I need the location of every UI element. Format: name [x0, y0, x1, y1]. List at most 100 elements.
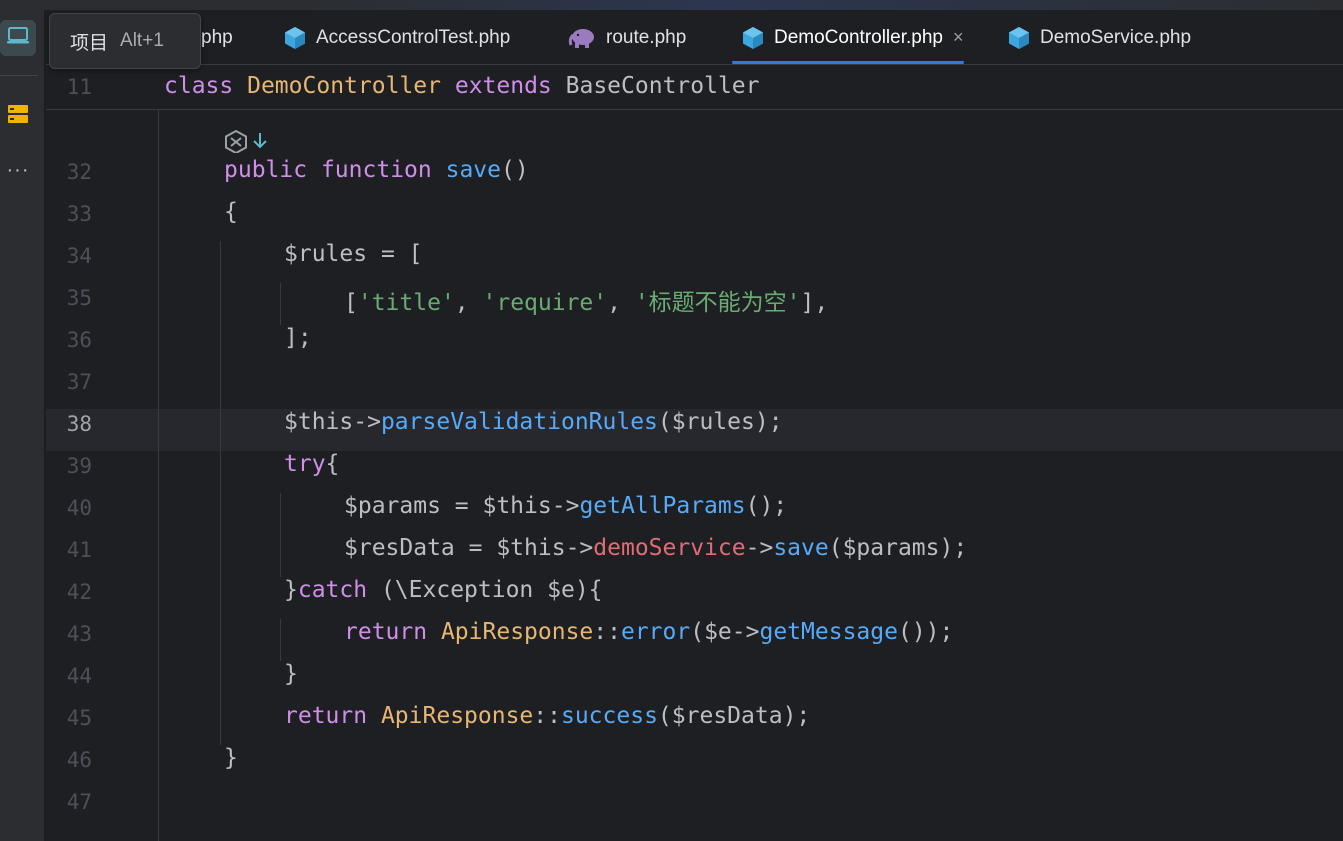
- code-line: $resData = $this->demoService->save($par…: [344, 535, 967, 561]
- code-line: public function save(): [224, 157, 529, 183]
- punctuation: (: [657, 409, 672, 435]
- tooltip-shortcut: Alt+1: [120, 30, 164, 51]
- code-line: return ApiResponse::success($resData);: [284, 703, 810, 729]
- title-strip-accent: [300, 0, 1343, 10]
- punctuation: ];: [284, 325, 312, 351]
- line-number: 39: [66, 454, 92, 478]
- keyword: public: [224, 157, 308, 183]
- punctuation: (: [657, 703, 672, 729]
- punctuation: (: [828, 535, 843, 561]
- tab-demo-controller[interactable]: DemoController.php ×: [732, 10, 964, 65]
- variable: $params: [344, 493, 441, 519]
- code-line: $this->parseValidationRules($rules);: [284, 409, 783, 435]
- indent-guide: [280, 619, 281, 661]
- line-number: 47: [66, 790, 92, 814]
- punctuation: ($e->: [690, 619, 760, 645]
- function-name: error: [620, 619, 691, 645]
- tab-label: php: [201, 26, 233, 48]
- code-line: ];: [284, 325, 312, 351]
- keyword: catch: [297, 577, 368, 603]
- punctuation: {: [224, 199, 238, 225]
- indent-guide: [280, 283, 281, 325]
- punctuation: [307, 157, 321, 183]
- more-tools-button[interactable]: ···: [0, 152, 36, 188]
- punctuation: );: [782, 703, 811, 729]
- active-tab-underline: [732, 61, 964, 64]
- function-name: getAllParams: [579, 493, 746, 519]
- activity-divider: [0, 75, 38, 76]
- line-number: 46: [66, 748, 92, 772]
- code-line: }: [224, 745, 238, 771]
- keyword: class: [164, 73, 234, 99]
- tab-route[interactable]: route.php: [568, 10, 686, 65]
- php-class-icon: [1008, 26, 1030, 50]
- code-line: ['title', 'require', '标题不能为空'],: [344, 283, 828, 317]
- line-number: 34: [66, 244, 92, 268]
- project-tool-button[interactable]: [0, 20, 36, 56]
- punctuation: ->: [745, 535, 774, 561]
- php-class-icon: [284, 26, 306, 50]
- code-editor[interactable]: 11 class DemoController extends BaseCont…: [46, 65, 1343, 841]
- tab-label: AccessControlTest.php: [316, 26, 511, 48]
- punctuation: [367, 703, 381, 729]
- line-number: 44: [66, 664, 92, 688]
- variable: $rules: [671, 409, 755, 435]
- punctuation: }: [284, 661, 298, 687]
- title-strip: [0, 0, 1343, 10]
- keyword: function: [320, 157, 432, 183]
- sticky-class-header[interactable]: 11 class DemoController extends BaseCont…: [46, 65, 1343, 110]
- method-gutter-hints[interactable]: [224, 129, 268, 158]
- keyword: return: [284, 703, 368, 729]
- override-method-icon[interactable]: [224, 129, 250, 158]
- gutter-separator: [158, 109, 159, 841]
- editor-tab-bar: php AccessControlTest.php route.php Demo…: [46, 10, 1343, 65]
- class-name: DemoController: [247, 73, 441, 99]
- arrow-down-icon[interactable]: [252, 131, 268, 156]
- code-line: $rules = [: [284, 241, 422, 267]
- variable: $this: [496, 535, 566, 561]
- line-number: 32: [66, 160, 92, 184]
- function-name: save: [773, 535, 829, 561]
- php-class-icon: [742, 26, 764, 50]
- punctuation: ->: [551, 493, 580, 519]
- more-icon: ···: [6, 158, 30, 181]
- activity-bar: ···: [0, 10, 45, 841]
- line-number: 33: [66, 202, 92, 226]
- punctuation: }: [224, 745, 238, 771]
- function-name: parseValidationRules: [380, 409, 658, 435]
- tab-demo-service[interactable]: DemoService.php: [1008, 10, 1191, 65]
- punctuation: ],: [800, 290, 829, 316]
- punctuation: );: [939, 535, 968, 561]
- punctuation: [432, 157, 446, 183]
- indent-guide: [280, 493, 281, 577]
- structure-tool-button[interactable]: [0, 98, 36, 134]
- keyword: try: [284, 451, 326, 477]
- punctuation: }: [284, 577, 298, 603]
- class-name: ApiResponse: [440, 619, 594, 645]
- line-number: 11: [66, 75, 92, 99]
- tab-php[interactable]: php: [201, 10, 233, 65]
- tab-access-control-test[interactable]: AccessControlTest.php: [284, 10, 510, 65]
- code-line: return ApiResponse::error($e->getMessage…: [344, 619, 953, 645]
- tab-label: route.php: [606, 26, 687, 48]
- close-icon[interactable]: ×: [953, 27, 964, 48]
- punctuation: (): [500, 157, 529, 183]
- tab-label: DemoController.php: [774, 26, 943, 48]
- code-line: $params = $this->getAllParams();: [344, 493, 787, 519]
- code-line: {: [224, 199, 238, 225]
- parent-class-name: BaseController: [565, 73, 760, 99]
- punctuation: ());: [897, 619, 954, 645]
- punctuation: ,: [607, 290, 635, 316]
- punctuation: {: [325, 451, 340, 477]
- string-literal: '标题不能为空': [634, 290, 801, 316]
- line-number: 35: [66, 286, 92, 310]
- keyword: return: [344, 619, 428, 645]
- variable: $rules: [284, 241, 368, 267]
- punctuation: ::: [593, 619, 621, 645]
- tooltip-label: 项目: [70, 32, 109, 54]
- php-elephant-icon: [568, 27, 596, 49]
- line-number: 37: [66, 370, 92, 394]
- punctuation: ();: [745, 493, 788, 519]
- punctuation: = [: [367, 241, 423, 267]
- line-number: 36: [66, 328, 92, 352]
